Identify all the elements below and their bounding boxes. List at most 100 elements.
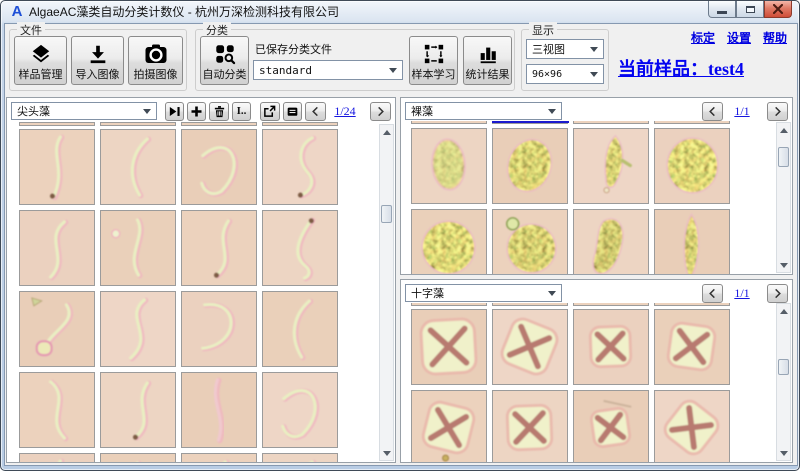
algae-thumbnail[interactable] bbox=[181, 372, 257, 448]
delete-button[interactable] bbox=[209, 102, 228, 121]
page-indicator[interactable]: 1/1 bbox=[723, 286, 761, 301]
algae-thumbnail[interactable] bbox=[262, 210, 338, 286]
triangle-up-icon bbox=[383, 126, 391, 135]
prev-page-button[interactable] bbox=[305, 102, 326, 121]
calibrate-link[interactable]: 标定 bbox=[691, 29, 715, 46]
close-button[interactable] bbox=[764, 1, 792, 18]
scroll-up-button[interactable] bbox=[380, 125, 393, 139]
algae-thumbnail[interactable] bbox=[19, 372, 95, 448]
algae-thumbnail[interactable] bbox=[181, 453, 257, 463]
play-next-button[interactable] bbox=[165, 102, 184, 121]
vertical-scrollbar[interactable] bbox=[776, 303, 791, 461]
category-select-left[interactable]: 尖头藻 bbox=[11, 102, 157, 120]
play-next-icon bbox=[168, 105, 181, 118]
scroll-down-button[interactable] bbox=[777, 446, 790, 460]
algae-thumbnail[interactable] bbox=[573, 309, 649, 385]
rename-button[interactable]: I.. bbox=[232, 102, 251, 121]
thumb-size-select[interactable]: 96×96 bbox=[526, 64, 604, 84]
algae-thumbnail[interactable] bbox=[492, 390, 568, 463]
algae-thumbnail[interactable] bbox=[262, 129, 338, 205]
scrollbar-thumb[interactable] bbox=[778, 359, 789, 375]
thumbnail-grid bbox=[401, 280, 792, 462]
triangle-down-icon bbox=[780, 451, 788, 460]
algae-thumbnail[interactable] bbox=[654, 390, 730, 463]
sample-manage-button[interactable]: 样品管理 bbox=[14, 36, 67, 85]
maximize-button[interactable] bbox=[736, 1, 764, 18]
page-nav: 1/1 bbox=[699, 284, 788, 303]
prev-page-button[interactable] bbox=[702, 102, 723, 121]
capture-images-button[interactable]: 拍摄图像 bbox=[128, 36, 183, 85]
sample-manage-label: 样品管理 bbox=[19, 66, 63, 82]
stats-result-button[interactable]: 统计结果 bbox=[463, 36, 512, 85]
algae-thumbnail[interactable] bbox=[654, 309, 730, 385]
import-images-button[interactable]: 导入图像 bbox=[71, 36, 124, 85]
algae-thumbnail[interactable] bbox=[411, 128, 487, 204]
algae-thumbnail[interactable] bbox=[181, 129, 257, 205]
algae-thumbnail[interactable] bbox=[411, 390, 487, 463]
layers-icon bbox=[30, 43, 52, 65]
algae-thumbnail[interactable] bbox=[181, 291, 257, 367]
algae-thumbnail[interactable] bbox=[19, 291, 95, 367]
algae-thumbnail[interactable] bbox=[19, 453, 95, 463]
partial-thumbnail[interactable] bbox=[181, 122, 257, 126]
algae-thumbnail[interactable] bbox=[654, 209, 730, 275]
algae-thumbnail[interactable] bbox=[573, 390, 649, 463]
algae-thumbnail[interactable] bbox=[573, 209, 649, 275]
import-arrow-icon bbox=[87, 43, 109, 65]
algae-thumbnail[interactable] bbox=[19, 129, 95, 205]
chevron-left-icon bbox=[310, 106, 321, 117]
category-select-right-top[interactable]: 裸藻 bbox=[405, 102, 562, 120]
partial-thumbnail[interactable] bbox=[19, 122, 95, 126]
page-indicator[interactable]: 1/1 bbox=[723, 104, 761, 119]
thumb-size-value: 96×96 bbox=[532, 69, 562, 80]
algae-thumbnail[interactable] bbox=[19, 210, 95, 286]
view-mode-select[interactable]: 三视图 bbox=[526, 39, 604, 59]
algae-thumbnail[interactable] bbox=[100, 210, 176, 286]
partial-thumbnail[interactable] bbox=[100, 122, 176, 126]
settings-link[interactable]: 设置 bbox=[727, 29, 751, 46]
scroll-up-button[interactable] bbox=[777, 304, 790, 318]
scroll-down-button[interactable] bbox=[777, 258, 790, 272]
next-page-button[interactable] bbox=[767, 102, 788, 121]
algae-thumbnail[interactable] bbox=[262, 453, 338, 463]
algae-thumbnail[interactable] bbox=[100, 129, 176, 205]
saved-file-select[interactable]: standard bbox=[253, 60, 403, 80]
minimize-button[interactable] bbox=[708, 1, 736, 18]
add-button[interactable] bbox=[187, 102, 206, 121]
algae-thumbnail[interactable] bbox=[492, 309, 568, 385]
sample-learn-button[interactable]: 样本学习 bbox=[409, 36, 458, 85]
bar-chart-icon bbox=[477, 43, 499, 65]
algae-thumbnail[interactable] bbox=[492, 209, 568, 275]
page-indicator[interactable]: 1/24 bbox=[326, 104, 364, 119]
algae-thumbnail[interactable] bbox=[573, 128, 649, 204]
next-page-button[interactable] bbox=[370, 102, 391, 121]
algae-thumbnail[interactable] bbox=[262, 291, 338, 367]
algae-thumbnail[interactable] bbox=[654, 128, 730, 204]
scrollbar-thumb[interactable] bbox=[778, 147, 789, 167]
algae-thumbnail[interactable] bbox=[411, 209, 487, 275]
trash-icon bbox=[213, 105, 226, 118]
current-sample-link[interactable]: 当前样品：test4 bbox=[618, 55, 744, 81]
algae-thumbnail[interactable] bbox=[100, 453, 176, 463]
vertical-scrollbar[interactable] bbox=[379, 124, 394, 461]
auto-classify-button[interactable]: 自动分类 bbox=[200, 36, 249, 85]
algae-thumbnail[interactable] bbox=[492, 128, 568, 204]
scrollbar-thumb[interactable] bbox=[381, 205, 392, 223]
algae-thumbnail[interactable] bbox=[181, 210, 257, 286]
export-button[interactable] bbox=[260, 102, 279, 121]
algae-thumbnail[interactable] bbox=[262, 372, 338, 448]
algae-thumbnail[interactable] bbox=[100, 372, 176, 448]
chevron-right-icon bbox=[375, 106, 386, 117]
algae-thumbnail[interactable] bbox=[411, 309, 487, 385]
save-image-button[interactable] bbox=[283, 102, 302, 121]
scroll-up-button[interactable] bbox=[777, 123, 790, 137]
prev-page-button[interactable] bbox=[702, 284, 723, 303]
scroll-down-button[interactable] bbox=[380, 446, 393, 460]
category-select-right-bottom[interactable]: 十字藻 bbox=[405, 284, 562, 302]
help-link[interactable]: 帮助 bbox=[763, 29, 787, 46]
next-page-button[interactable] bbox=[767, 284, 788, 303]
thumbnail-grid bbox=[7, 98, 395, 462]
algae-thumbnail[interactable] bbox=[100, 291, 176, 367]
partial-thumbnail[interactable] bbox=[262, 122, 338, 126]
vertical-scrollbar[interactable] bbox=[776, 122, 791, 273]
